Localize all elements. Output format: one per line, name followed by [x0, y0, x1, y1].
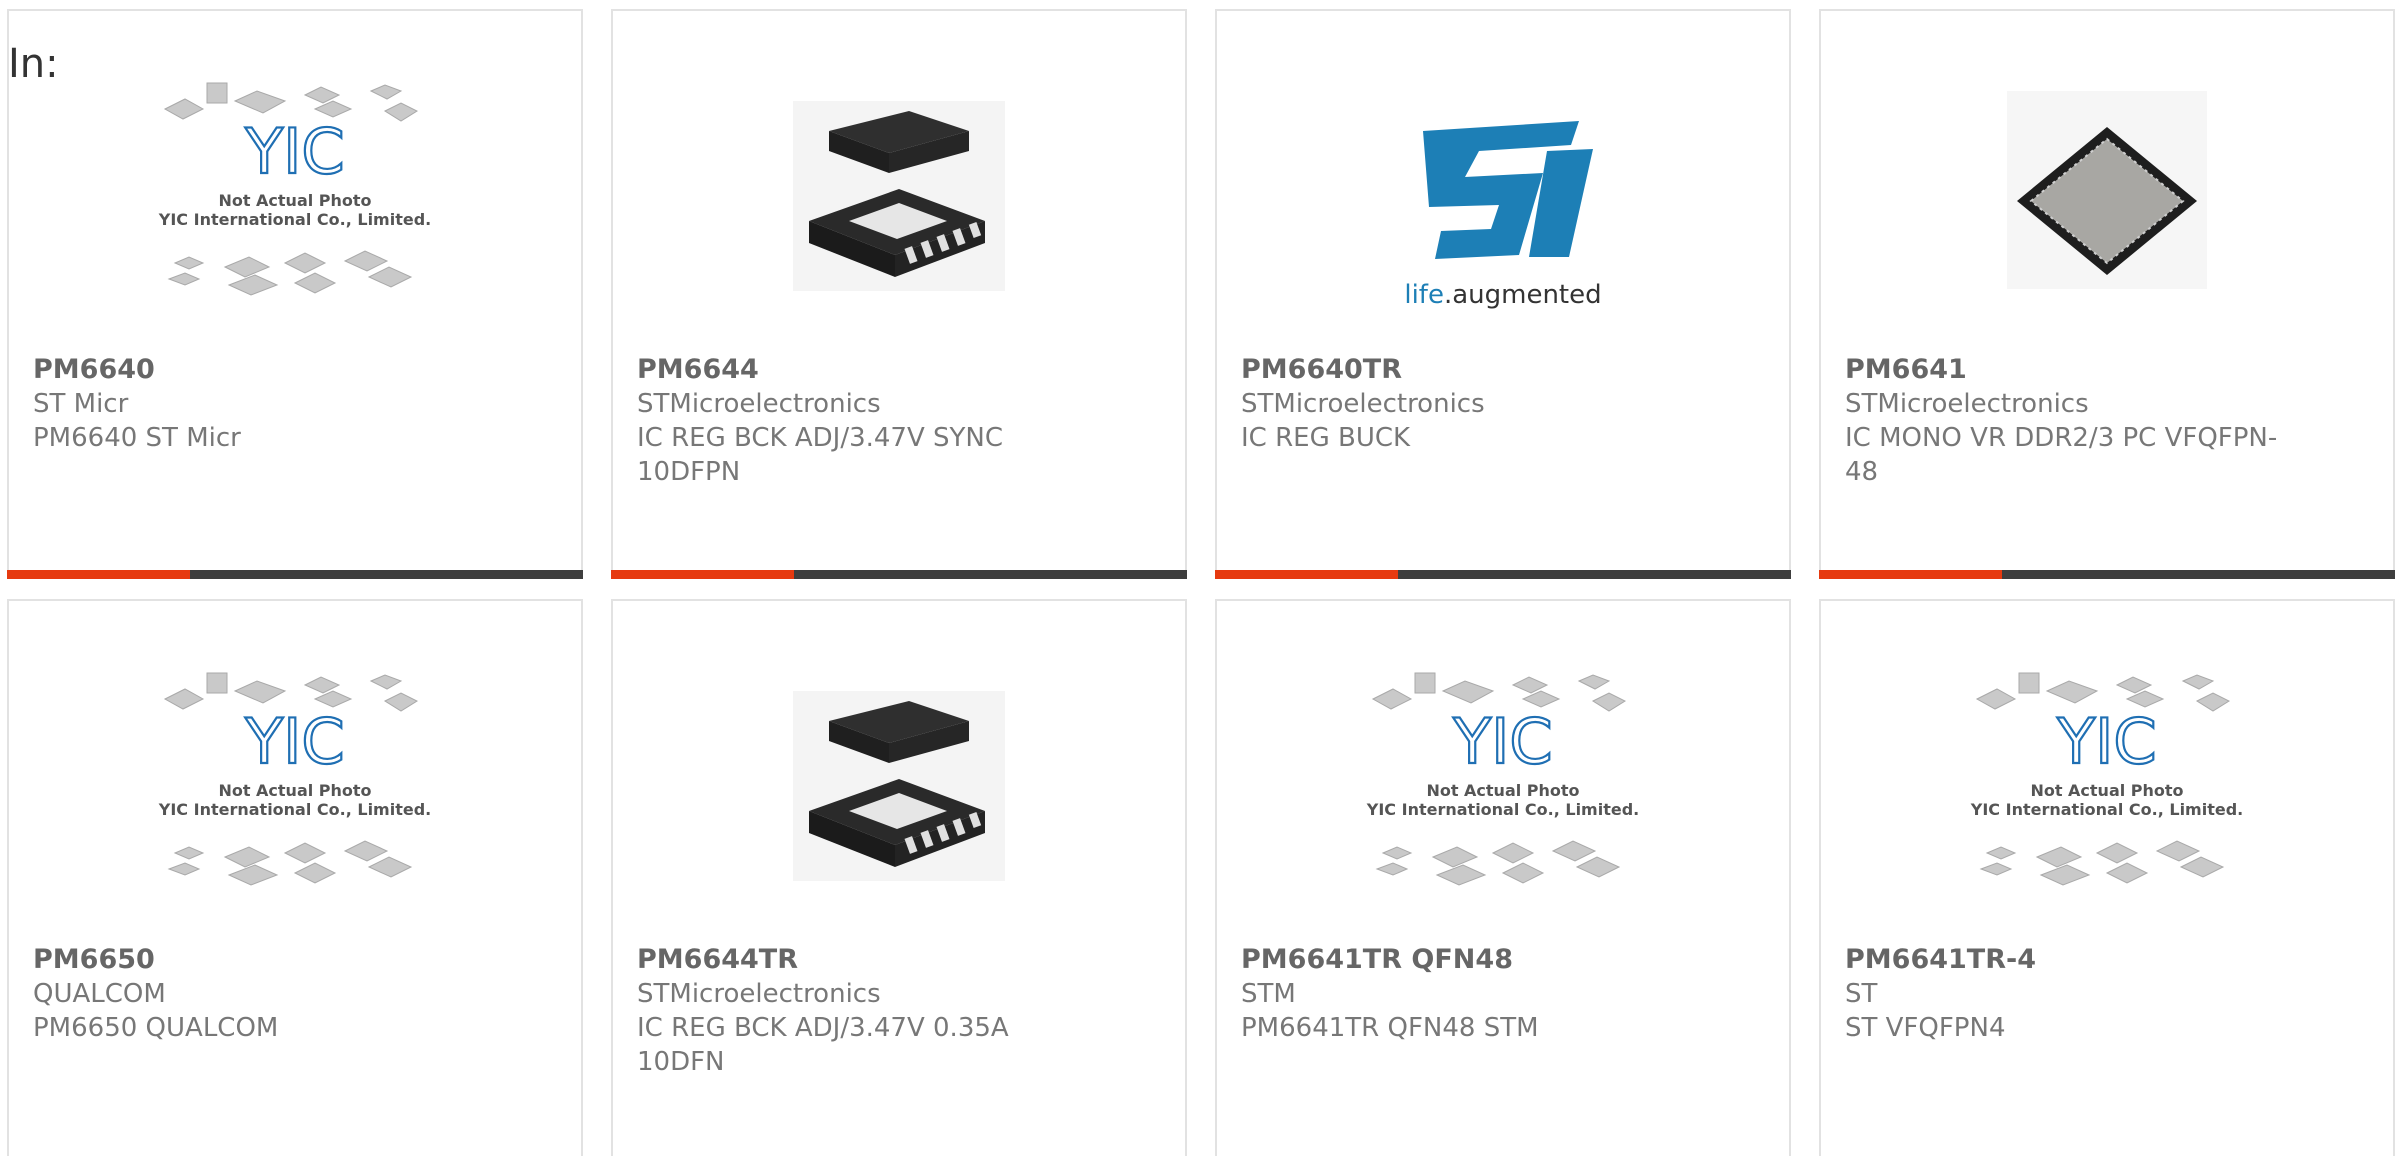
- product-manufacturer: QUALCOM: [33, 979, 166, 1009]
- product-card[interactable]: YIC Not Actual Photo YIC International C…: [1819, 599, 2395, 1156]
- product-image-dfn-chip[interactable]: [613, 671, 1185, 941]
- product-info: PM6641TR-4 ST ST VFQFPN4: [1845, 943, 2285, 1045]
- product-description: IC REG BCK ADJ/3.47V SYNC 10DFPN: [637, 423, 1004, 487]
- product-image-placeholder-photo[interactable]: YIC Not Actual Photo YIC International C…: [1217, 671, 1789, 941]
- product-description: IC MONO VR DDR2/3 PC VFQFPN-48: [1845, 423, 2278, 487]
- not-actual-photo-icon: YIC Not Actual Photo YIC International C…: [158, 82, 431, 296]
- dfn-chip-icon: [793, 101, 1005, 291]
- product-image-placeholder-photo[interactable]: YIC Not Actual Photo YIC International C…: [1821, 671, 2393, 941]
- product-info: PM6644 STMicroelectronics IC REG BCK ADJ…: [637, 353, 1077, 489]
- product-info: PM6650 QUALCOM PM6650 QUALCOM: [33, 943, 473, 1045]
- product-part-number[interactable]: PM6640: [33, 353, 473, 387]
- product-part-number[interactable]: PM6641: [1845, 353, 2285, 387]
- product-image-placeholder-photo[interactable]: YIC Not Actual Photo YIC International C…: [9, 671, 581, 941]
- svg-text:YIC: YIC: [244, 115, 344, 188]
- product-card[interactable]: YIC Not Actual Photo YIC International C…: [7, 9, 583, 579]
- product-description: IC REG BUCK: [1241, 423, 1411, 453]
- product-info: PM6640TR STMicroelectronics IC REG BUCK: [1241, 353, 1681, 455]
- product-info: PM6644TR STMicroelectronics IC REG BCK A…: [637, 943, 1077, 1079]
- product-info: PM6640 ST Micr PM6640 ST Micr: [33, 353, 473, 455]
- product-card[interactable]: life.augmented PM6640TR STMicroelectroni…: [1215, 9, 1791, 579]
- st-logo-icon: life.augmented: [1404, 121, 1602, 310]
- dfn-chip-icon: [793, 691, 1005, 881]
- product-image-placeholder-photo[interactable]: YIC Not Actual Photo YIC International C…: [9, 81, 581, 351]
- product-manufacturer: ST: [1845, 979, 1878, 1009]
- svg-text:Not Actual Photo: Not Actual Photo: [218, 191, 371, 210]
- product-manufacturer: ST Micr: [33, 389, 129, 419]
- not-actual-photo-icon: YIC Not Actual Photo YIC International C…: [1366, 672, 1639, 886]
- product-manufacturer: STM: [1241, 979, 1296, 1009]
- product-manufacturer: STMicroelectronics: [1845, 389, 2089, 419]
- product-description: ST VFQFPN4: [1845, 1013, 2006, 1043]
- product-description: PM6641TR QFN48 STM: [1241, 1013, 1539, 1043]
- svg-text:YIC: YIC: [2056, 705, 2156, 778]
- product-manufacturer: STMicroelectronics: [637, 389, 881, 419]
- product-card[interactable]: PM6644 STMicroelectronics IC REG BCK ADJ…: [611, 9, 1187, 579]
- card-accent-bar: [1215, 570, 1791, 579]
- product-part-number[interactable]: PM6644: [637, 353, 1077, 387]
- svg-text:YIC: YIC: [244, 705, 344, 778]
- product-part-number[interactable]: PM6641TR-4: [1845, 943, 2285, 977]
- svg-text:Not Actual Photo: Not Actual Photo: [1426, 781, 1579, 800]
- card-accent-bar: [1819, 570, 2395, 579]
- product-manufacturer: STMicroelectronics: [1241, 389, 1485, 419]
- product-card[interactable]: PM6641 STMicroelectronics IC MONO VR DDR…: [1819, 9, 2395, 579]
- product-image-dfn-chip[interactable]: [613, 81, 1185, 351]
- product-part-number[interactable]: PM6650: [33, 943, 473, 977]
- product-part-number[interactable]: PM6641TR QFN48: [1241, 943, 1681, 977]
- card-accent-bar: [611, 570, 1187, 579]
- svg-text:Not Actual Photo: Not Actual Photo: [218, 781, 371, 800]
- svg-text:YIC International Co., Limited: YIC International Co., Limited.: [158, 800, 431, 819]
- product-info: PM6641 STMicroelectronics IC MONO VR DDR…: [1845, 353, 2285, 489]
- product-part-number[interactable]: PM6644TR: [637, 943, 1077, 977]
- product-card[interactable]: YIC Not Actual Photo YIC International C…: [7, 599, 583, 1156]
- svg-text:YIC International Co., Limited: YIC International Co., Limited.: [1970, 800, 2243, 819]
- product-part-number[interactable]: PM6640TR: [1241, 353, 1681, 387]
- svg-text:YIC: YIC: [1452, 705, 1552, 778]
- product-description: PM6640 ST Micr: [33, 423, 241, 453]
- product-image-qfn-chip[interactable]: [1821, 81, 2393, 351]
- product-card[interactable]: PM6644TR STMicroelectronics IC REG BCK A…: [611, 599, 1187, 1156]
- card-accent-bar: [7, 570, 583, 579]
- product-manufacturer: STMicroelectronics: [637, 979, 881, 1009]
- svg-text:YIC International Co., Limited: YIC International Co., Limited.: [158, 210, 431, 229]
- not-actual-photo-icon: YIC Not Actual Photo YIC International C…: [158, 672, 431, 886]
- product-description: IC REG BCK ADJ/3.47V 0.35A 10DFN: [637, 1013, 1009, 1077]
- svg-text:YIC International Co., Limited: YIC International Co., Limited.: [1366, 800, 1639, 819]
- product-image-st-logo[interactable]: life.augmented: [1217, 81, 1789, 351]
- in-label: In:: [8, 41, 59, 87]
- product-card[interactable]: YIC Not Actual Photo YIC International C…: [1215, 599, 1791, 1156]
- product-grid-page: In: YIC Not Actual Photo YIC Internation…: [0, 0, 2400, 1156]
- product-description: PM6650 QUALCOM: [33, 1013, 279, 1043]
- svg-text:Not Actual Photo: Not Actual Photo: [2030, 781, 2183, 800]
- not-actual-photo-icon: YIC Not Actual Photo YIC International C…: [1970, 672, 2243, 886]
- svg-text:life.augmented: life.augmented: [1404, 280, 1601, 310]
- qfn-chip-icon: [2007, 91, 2207, 289]
- product-info: PM6641TR QFN48 STM PM6641TR QFN48 STM: [1241, 943, 1681, 1045]
